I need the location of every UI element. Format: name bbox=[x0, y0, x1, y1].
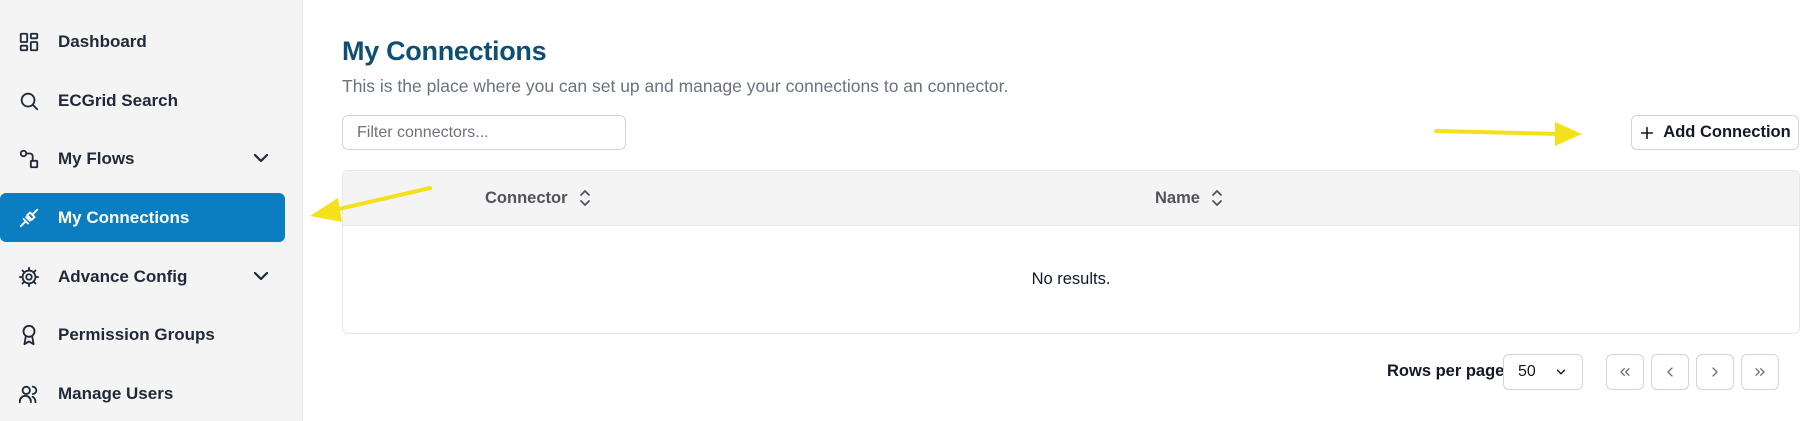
annotation-arrows bbox=[310, 122, 1582, 222]
annotation-arrow-right bbox=[1434, 122, 1582, 146]
annotation-arrow-left bbox=[310, 186, 432, 222]
